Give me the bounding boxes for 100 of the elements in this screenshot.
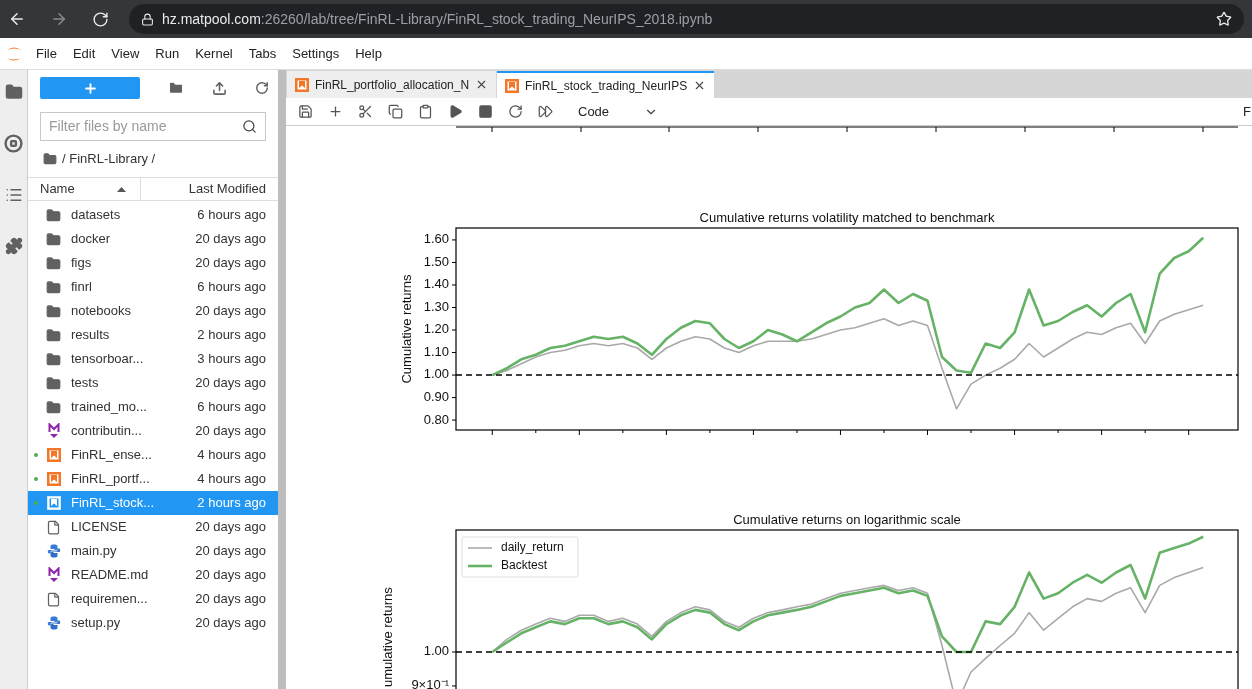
play-icon[interactable] <box>448 104 463 119</box>
refresh-icon[interactable] <box>255 81 269 95</box>
clipboard-icon[interactable] <box>418 104 433 119</box>
notebook-icon <box>295 77 309 92</box>
legend-swatch <box>468 564 492 568</box>
file-modified: 4 hours ago <box>197 470 267 489</box>
column-header[interactable]: Name <box>28 178 141 200</box>
upload-icon[interactable] <box>212 80 227 96</box>
restart-icon[interactable] <box>508 104 523 119</box>
column-header[interactable]: Last Modified <box>141 178 278 200</box>
search-icon[interactable] <box>242 119 257 134</box>
file-modified: 20 days ago <box>195 542 267 561</box>
file-row[interactable]: docker 20 days ago <box>28 227 278 251</box>
bookmark-star-icon[interactable] <box>1216 11 1232 27</box>
menu-item[interactable]: Kernel <box>187 43 241 64</box>
file-row[interactable]: FinRL_ense... 4 hours ago <box>28 443 278 467</box>
folder-icon <box>46 375 61 391</box>
file-modified: 20 days ago <box>195 230 267 249</box>
breadcrumb[interactable]: / FinRL-Library / <box>62 149 156 169</box>
file-name: requiremen... <box>71 590 149 609</box>
notebook-icon <box>46 496 61 510</box>
tab-label: FinRL_portfolio_allocation_N <box>315 76 470 94</box>
file-name: FinRL_ense... <box>71 446 153 465</box>
file-name: setup.py <box>71 614 122 633</box>
file-name: tests <box>71 374 100 393</box>
plus-icon <box>82 80 98 96</box>
menu-item[interactable]: Tabs <box>240 43 285 64</box>
folder-icon <box>46 207 61 223</box>
filter-input[interactable]: Filter files by name <box>49 116 242 137</box>
file-modified: 20 days ago <box>195 614 267 633</box>
file-name: finrl <box>71 278 93 297</box>
chart-title: Cumulative returns volatility matched to benchmark <box>699 210 995 225</box>
stop-icon[interactable] <box>478 104 493 119</box>
file-modified: 4 hours ago <box>197 446 267 465</box>
file-row[interactable]: figs 20 days ago <box>28 251 278 275</box>
save-icon[interactable] <box>298 104 313 119</box>
file-row[interactable]: finrl 6 hours ago <box>28 275 278 299</box>
file-row[interactable]: tensorboar... 3 hours ago <box>28 347 278 371</box>
file-name: trained_mo... <box>71 398 148 417</box>
stop-circle-icon[interactable] <box>4 134 23 153</box>
file-name: notebooks <box>71 302 132 321</box>
file-row[interactable]: datasets 6 hours ago <box>28 203 278 227</box>
file-name: README.md <box>71 566 150 585</box>
file-modified: 6 hours ago <box>197 206 267 225</box>
y-tick-label: 0.80 <box>423 411 449 427</box>
menu-item[interactable]: Settings <box>284 43 348 64</box>
file-row[interactable]: FinRL_portf... 4 hours ago <box>28 467 278 491</box>
lock-icon <box>141 12 154 26</box>
file-modified: 2 hours ago <box>197 494 267 513</box>
address-bar[interactable]: hz.matpool.com:26260/lab/tree/FinRL-Library/FinRL_stock_trading_NeurIPS_2018.ipynb <box>129 4 1244 34</box>
menu-item[interactable]: File <box>28 43 65 64</box>
file-row[interactable]: requiremen... 20 days ago <box>28 587 278 611</box>
y-tick-label: 1.30 <box>423 298 449 314</box>
list-icon[interactable] <box>4 186 23 204</box>
fast-forward-icon[interactable] <box>538 104 553 119</box>
folder-icon <box>43 152 57 166</box>
file-modified: 6 hours ago <box>197 278 267 297</box>
file-row[interactable]: main.py 20 days ago <box>28 539 278 563</box>
file-row[interactable]: trained_mo... 6 hours ago <box>28 395 278 419</box>
file-modified: 3 hours ago <box>197 350 267 369</box>
filter-field[interactable]: Filter files by name <box>40 112 266 141</box>
file-name: results <box>71 326 111 345</box>
reload-icon[interactable] <box>92 10 109 28</box>
y-tick-label: 1.40 <box>423 276 449 292</box>
plus-icon[interactable] <box>328 104 343 119</box>
file-row[interactable]: contributin... 20 days ago <box>28 419 278 443</box>
menu-item[interactable]: View <box>103 43 148 64</box>
folder-icon[interactable] <box>4 83 23 101</box>
forward-icon[interactable] <box>50 10 68 28</box>
menu-item[interactable]: Edit <box>64 43 104 64</box>
notebook-icon <box>46 448 61 462</box>
notebook-tab[interactable]: FinRL_stock_trading_NeurIPS <box>497 71 715 98</box>
y-tick-label: 1.50 <box>423 253 449 269</box>
file-row[interactable]: setup.py 20 days ago <box>28 611 278 635</box>
file-row[interactable]: LICENSE 20 days ago <box>28 515 278 539</box>
cell-type-dropdown[interactable]: Code <box>578 101 658 122</box>
scissors-icon[interactable] <box>358 104 373 119</box>
y-tick-label: 1.00 <box>423 366 449 382</box>
copy-icon[interactable] <box>388 104 403 119</box>
file-row[interactable]: results 2 hours ago <box>28 323 278 347</box>
file-modified: 6 hours ago <box>197 398 267 417</box>
y-tick-label: 1.60 <box>423 231 449 247</box>
puzzle-icon[interactable] <box>4 237 23 255</box>
markdown-icon <box>47 423 60 439</box>
file-modified: 2 hours ago <box>197 326 267 345</box>
back-icon[interactable] <box>8 10 26 28</box>
y-axis-label: Cumulative returns <box>399 274 414 384</box>
file-row[interactable]: tests 20 days ago <box>28 371 278 395</box>
y-tick-label: 0.90 <box>423 389 449 404</box>
file-name: FinRL_stock... <box>71 494 156 513</box>
file-icon <box>46 519 61 535</box>
file-row[interactable]: README.md 20 days ago <box>28 563 278 587</box>
new-folder-icon[interactable] <box>168 80 184 96</box>
legend-label: daily_return <box>501 540 564 555</box>
menu-item[interactable]: Help <box>347 43 390 64</box>
file-row[interactable]: notebooks 20 days ago <box>28 299 278 323</box>
kernel-name[interactable]: F <box>1243 101 1252 122</box>
menu-item[interactable]: Run <box>147 43 188 64</box>
file-name: contributin... <box>71 422 143 441</box>
notebook-tab[interactable]: FinRL_portfolio_allocation_N <box>287 71 497 98</box>
